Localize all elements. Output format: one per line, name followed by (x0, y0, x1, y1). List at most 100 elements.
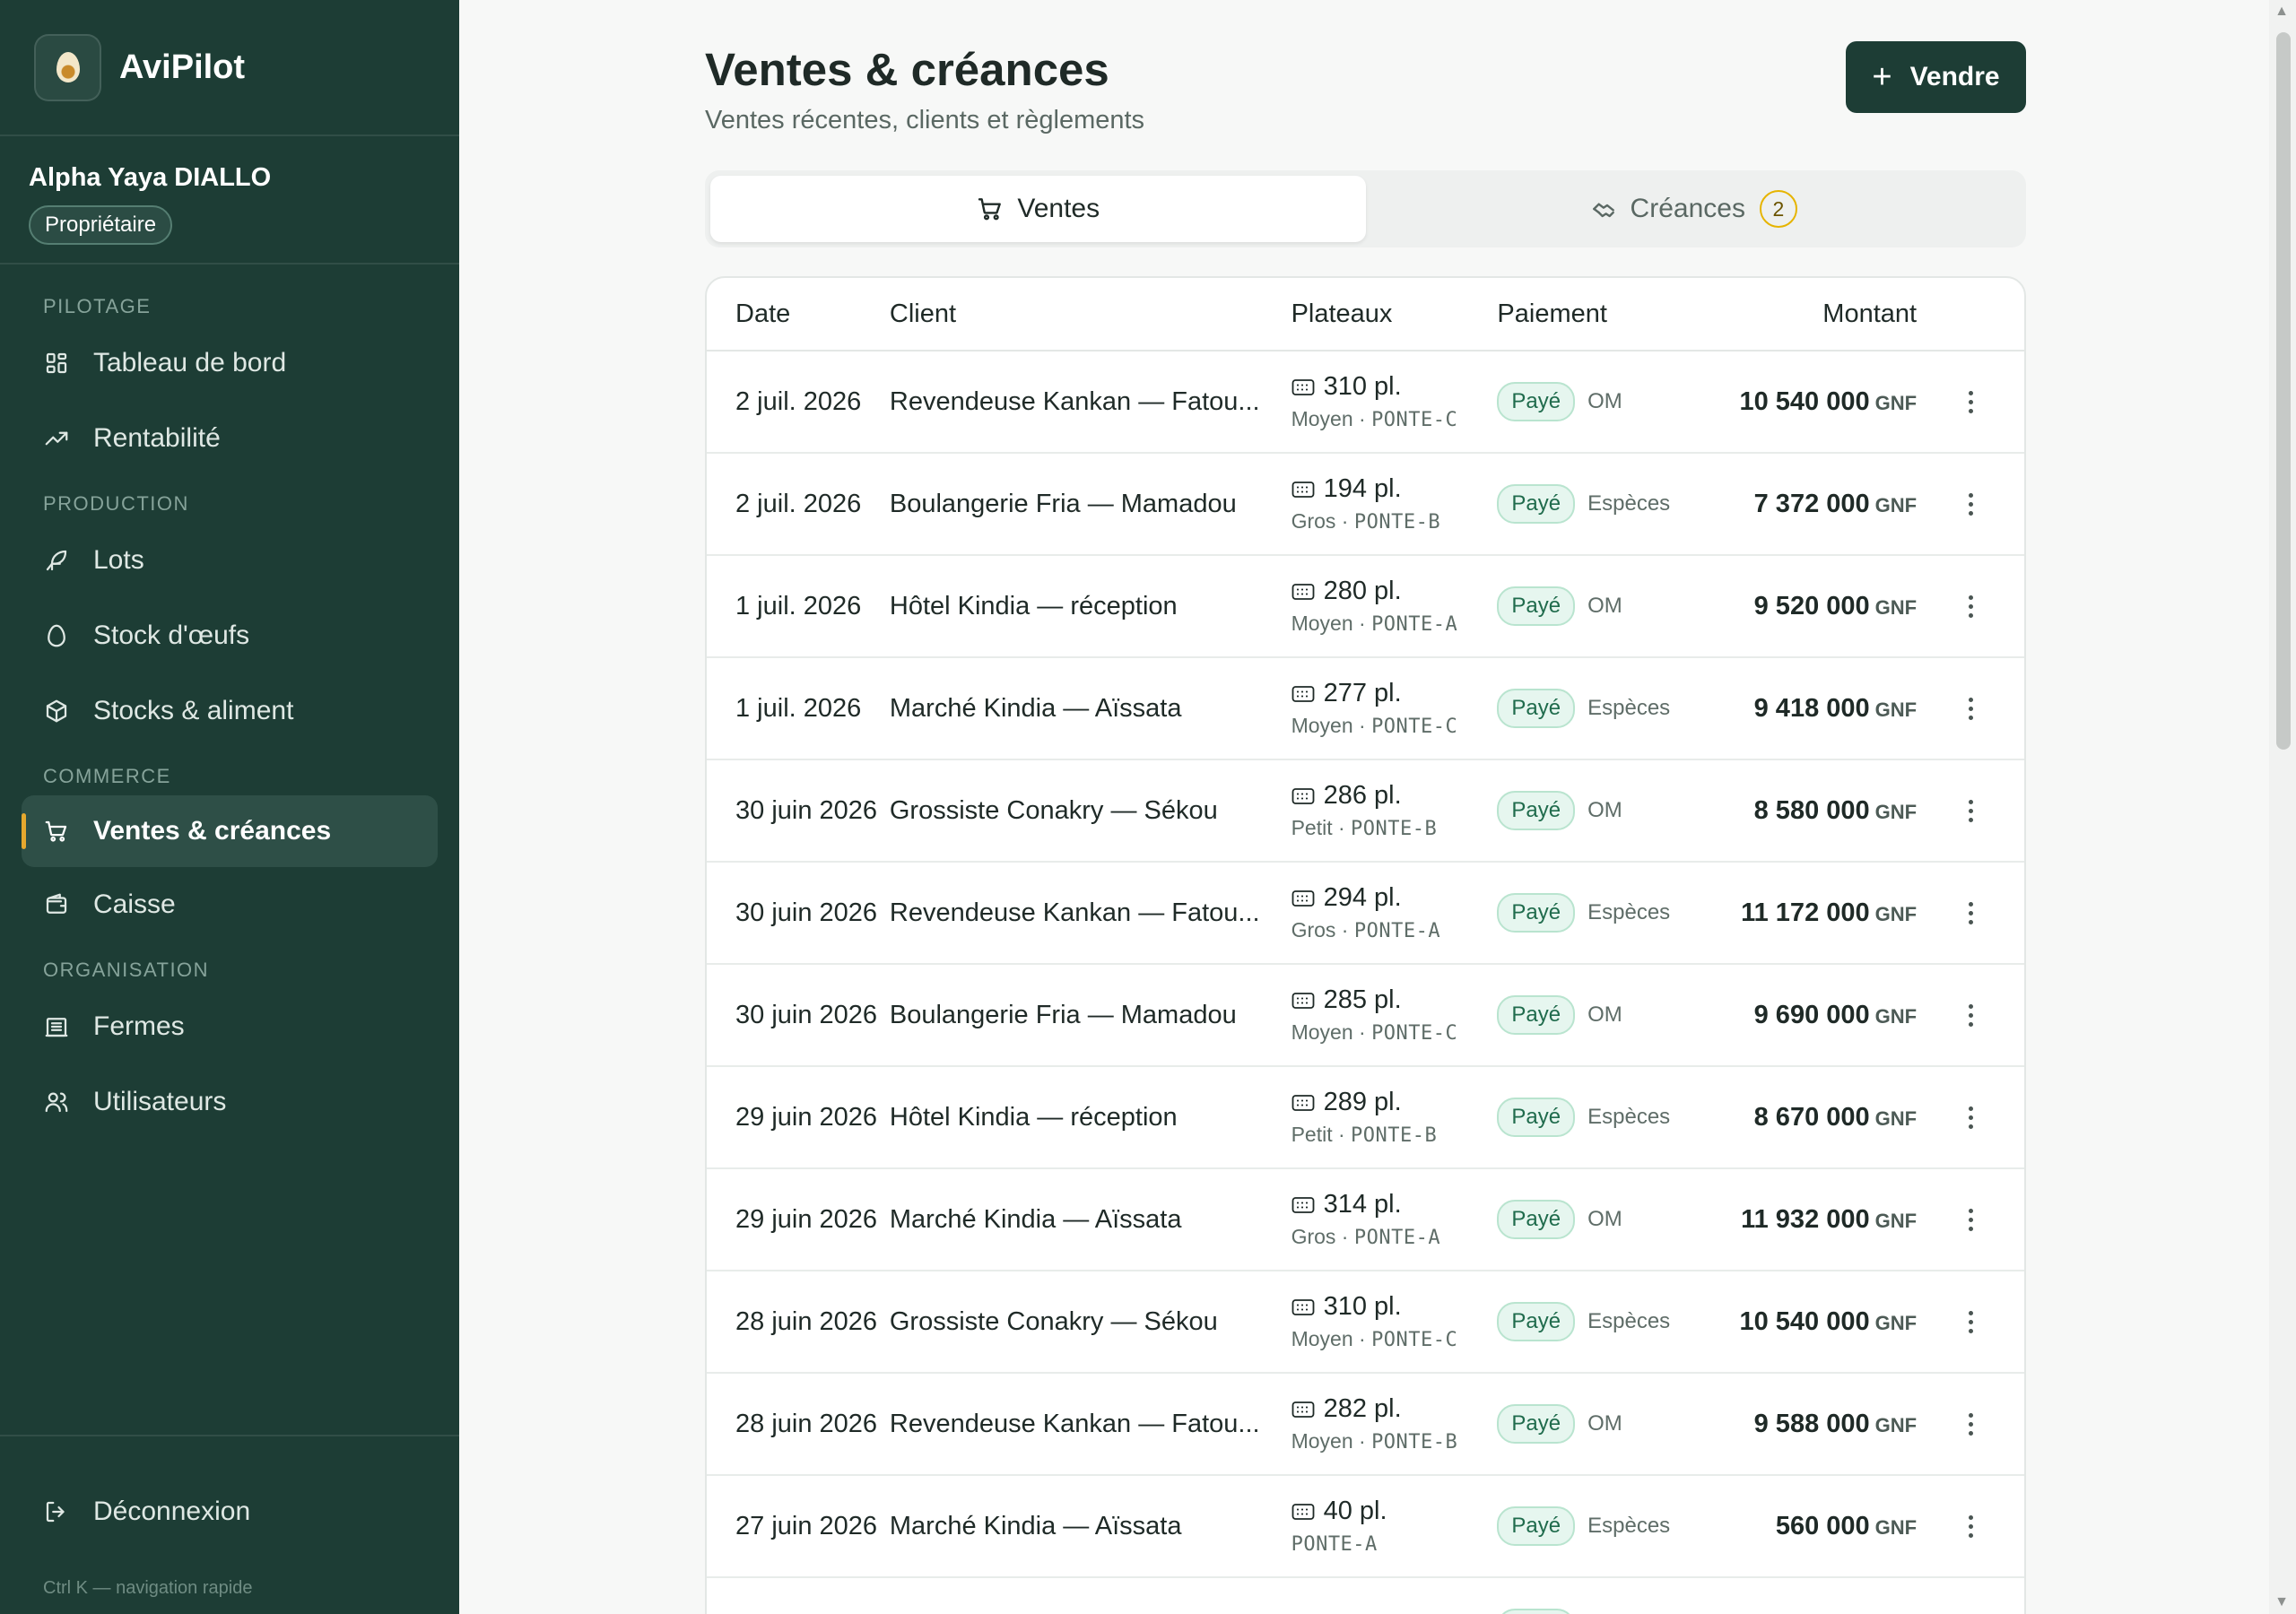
row-menu-button[interactable] (1917, 1412, 2024, 1436)
sidebar-item-lots[interactable]: Lots (22, 523, 438, 598)
column-header-date[interactable]: Date (707, 299, 890, 329)
sidebar-item-label: Lots (93, 545, 144, 575)
payment-method: OM (1587, 798, 1622, 822)
table-row[interactable]: 1 juil. 2026 Hôtel Kindia — réception 28… (707, 556, 2024, 658)
sale-date: 1 juil. 2026 (735, 591, 862, 620)
amount-currency: GNF (1874, 1413, 1918, 1436)
column-header-paiement[interactable]: Paiement (1497, 299, 1712, 329)
status-badge: Payé (1497, 1200, 1576, 1239)
table-row[interactable]: 30 juin 2026 Grossiste Conakry — Sékou 2… (707, 760, 2024, 863)
amount-value: 8 670 000 (1753, 1102, 1870, 1132)
sidebar-item-tableau-de-bord[interactable]: Tableau de bord (22, 325, 438, 401)
row-menu-button[interactable] (1917, 1310, 2024, 1333)
sidebar-item-fermes[interactable]: Fermes (22, 989, 438, 1064)
sell-button[interactable]: + Vendre (1846, 41, 2026, 113)
app-name: AviPilot (119, 48, 246, 86)
brand[interactable]: AviPilot (0, 0, 459, 136)
client-name: Marché Kindia — Aïssata (889, 1511, 1182, 1540)
table-header: Date Client Plateaux Paiement Montant (707, 278, 2024, 351)
sidebar-item-stock-d-ufs[interactable]: Stock d'œufs (22, 598, 438, 673)
row-menu-button[interactable] (1917, 1514, 2024, 1538)
client-name: Boulangerie Fria — Mamadou (889, 1000, 1237, 1029)
scroll-up-icon[interactable]: ▲ (2274, 4, 2289, 20)
sidebar-item-utilisateurs[interactable]: Utilisateurs (22, 1064, 438, 1140)
logout-button[interactable]: Déconnexion (22, 1476, 438, 1548)
more-vertical-icon (1968, 1412, 1973, 1436)
trays-count: 289 pl. (1323, 1088, 1402, 1116)
amount-currency: GNF (1874, 1106, 1918, 1130)
table-row[interactable]: 29 juin 2026 Hôtel Kindia — réception 28… (707, 1067, 2024, 1169)
row-menu-button[interactable] (1917, 492, 2024, 516)
egg-size: Moyen · (1291, 714, 1372, 737)
table-row[interactable]: 28 juin 2026 Grossiste Conakry — Sékou 3… (707, 1271, 2024, 1374)
trays-count: 310 pl. (1323, 372, 1402, 401)
payment-cell: Payé Espèces (1497, 689, 1712, 728)
table-row[interactable]: 1 juil. 2026 Marché Kindia — Aïssata 277… (707, 658, 2024, 760)
building-icon (43, 1013, 70, 1040)
nav-section-title: ORGANISATION (43, 959, 210, 981)
payment-cell: Payé OM (1497, 586, 1712, 626)
row-menu-button[interactable] (1917, 1106, 2024, 1129)
scrollbar[interactable]: ▲ ▼ (2269, 0, 2296, 1614)
column-header-plateaux[interactable]: Plateaux (1292, 299, 1498, 329)
row-menu-button[interactable] (1917, 799, 2024, 822)
more-vertical-icon (1968, 1514, 1973, 1538)
trays-cell: 282 pl. Moyen · PONTE-B (1292, 1394, 1498, 1453)
status-badge: Payé (1497, 1609, 1576, 1614)
column-header-montant[interactable]: Montant (1712, 299, 1917, 329)
sidebar-item-ventes-creances[interactable]: Ventes & créances (22, 795, 438, 867)
egg-size: Moyen · (1291, 612, 1372, 635)
more-vertical-icon (1968, 492, 1973, 516)
column-header-client[interactable]: Client (890, 299, 1292, 329)
table-row[interactable]: 30 juin 2026 Revendeuse Kankan — Fatou..… (707, 863, 2024, 965)
client-name: Revendeuse Kankan — Fatou... (889, 386, 1260, 416)
sidebar-item-rentabilite[interactable]: Rentabilité (22, 401, 438, 476)
table-row[interactable]: 100 pl. Payé (707, 1578, 2024, 1614)
users-icon (43, 1089, 70, 1115)
cart-icon (976, 195, 1004, 223)
scroll-down-icon[interactable]: ▼ (2274, 1594, 2289, 1610)
sale-date: 30 juin 2026 (735, 898, 878, 927)
row-menu-button[interactable] (1917, 1003, 2024, 1027)
row-menu-button[interactable] (1917, 697, 2024, 720)
trays-cell: 280 pl. Moyen · PONTE-A (1292, 577, 1498, 636)
table-row[interactable]: 2 juil. 2026 Revendeuse Kankan — Fatou..… (707, 351, 2024, 454)
egg-size: Petit · (1291, 816, 1352, 839)
amount-currency: GNF (1874, 493, 1918, 516)
table-row[interactable]: 2 juil. 2026 Boulangerie Fria — Mamadou … (707, 454, 2024, 556)
more-vertical-icon (1968, 1310, 1973, 1333)
table-row[interactable]: 29 juin 2026 Marché Kindia — Aïssata 314… (707, 1169, 2024, 1271)
amount-cell: 11 172 000 GNF (1712, 898, 1917, 928)
sidebar-item-label: Ventes & créances (93, 816, 332, 846)
sidebar-item-stocks-aliment[interactable]: Stocks & aliment (22, 673, 438, 749)
payment-method: OM (1587, 594, 1622, 618)
trays-cell: 310 pl. Moyen · PONTE-C (1292, 1292, 1498, 1351)
row-menu-button[interactable] (1917, 594, 2024, 618)
row-menu-button[interactable] (1917, 390, 2024, 413)
sale-date: 2 juil. 2026 (735, 489, 862, 518)
trays-count: 40 pl. (1323, 1497, 1387, 1525)
more-vertical-icon (1968, 390, 1973, 413)
nav-section-title: PILOTAGE (43, 295, 152, 317)
client-name: Hôtel Kindia — réception (889, 591, 1178, 620)
tab-ventes[interactable]: Ventes (710, 176, 1366, 242)
tray-icon (1292, 685, 1315, 703)
tray-icon (1292, 378, 1315, 396)
package-icon (43, 698, 70, 725)
row-menu-button[interactable] (1917, 1208, 2024, 1231)
amount-value: 8 580 000 (1753, 795, 1870, 825)
tray-icon (1292, 1401, 1315, 1419)
table-row[interactable]: 28 juin 2026 Revendeuse Kankan — Fatou..… (707, 1374, 2024, 1476)
role-badge: Propriétaire (29, 205, 173, 245)
row-menu-button[interactable] (1917, 901, 2024, 924)
trays-cell: 314 pl. Gros · PONTE-A (1292, 1190, 1498, 1249)
sidebar-item-label: Tableau de bord (93, 348, 287, 377)
tab-creances[interactable]: Créances 2 (1366, 176, 2022, 242)
scrollbar-thumb[interactable] (2276, 32, 2291, 750)
table-row[interactable]: 27 juin 2026 Marché Kindia — Aïssata 40 … (707, 1476, 2024, 1578)
table-row[interactable]: 30 juin 2026 Boulangerie Fria — Mamadou … (707, 965, 2024, 1067)
nav-section-title: PRODUCTION (43, 492, 189, 515)
tray-icon (1292, 1094, 1315, 1112)
client-name: Revendeuse Kankan — Fatou... (889, 898, 1260, 927)
sidebar-item-caisse[interactable]: Caisse (22, 867, 438, 942)
